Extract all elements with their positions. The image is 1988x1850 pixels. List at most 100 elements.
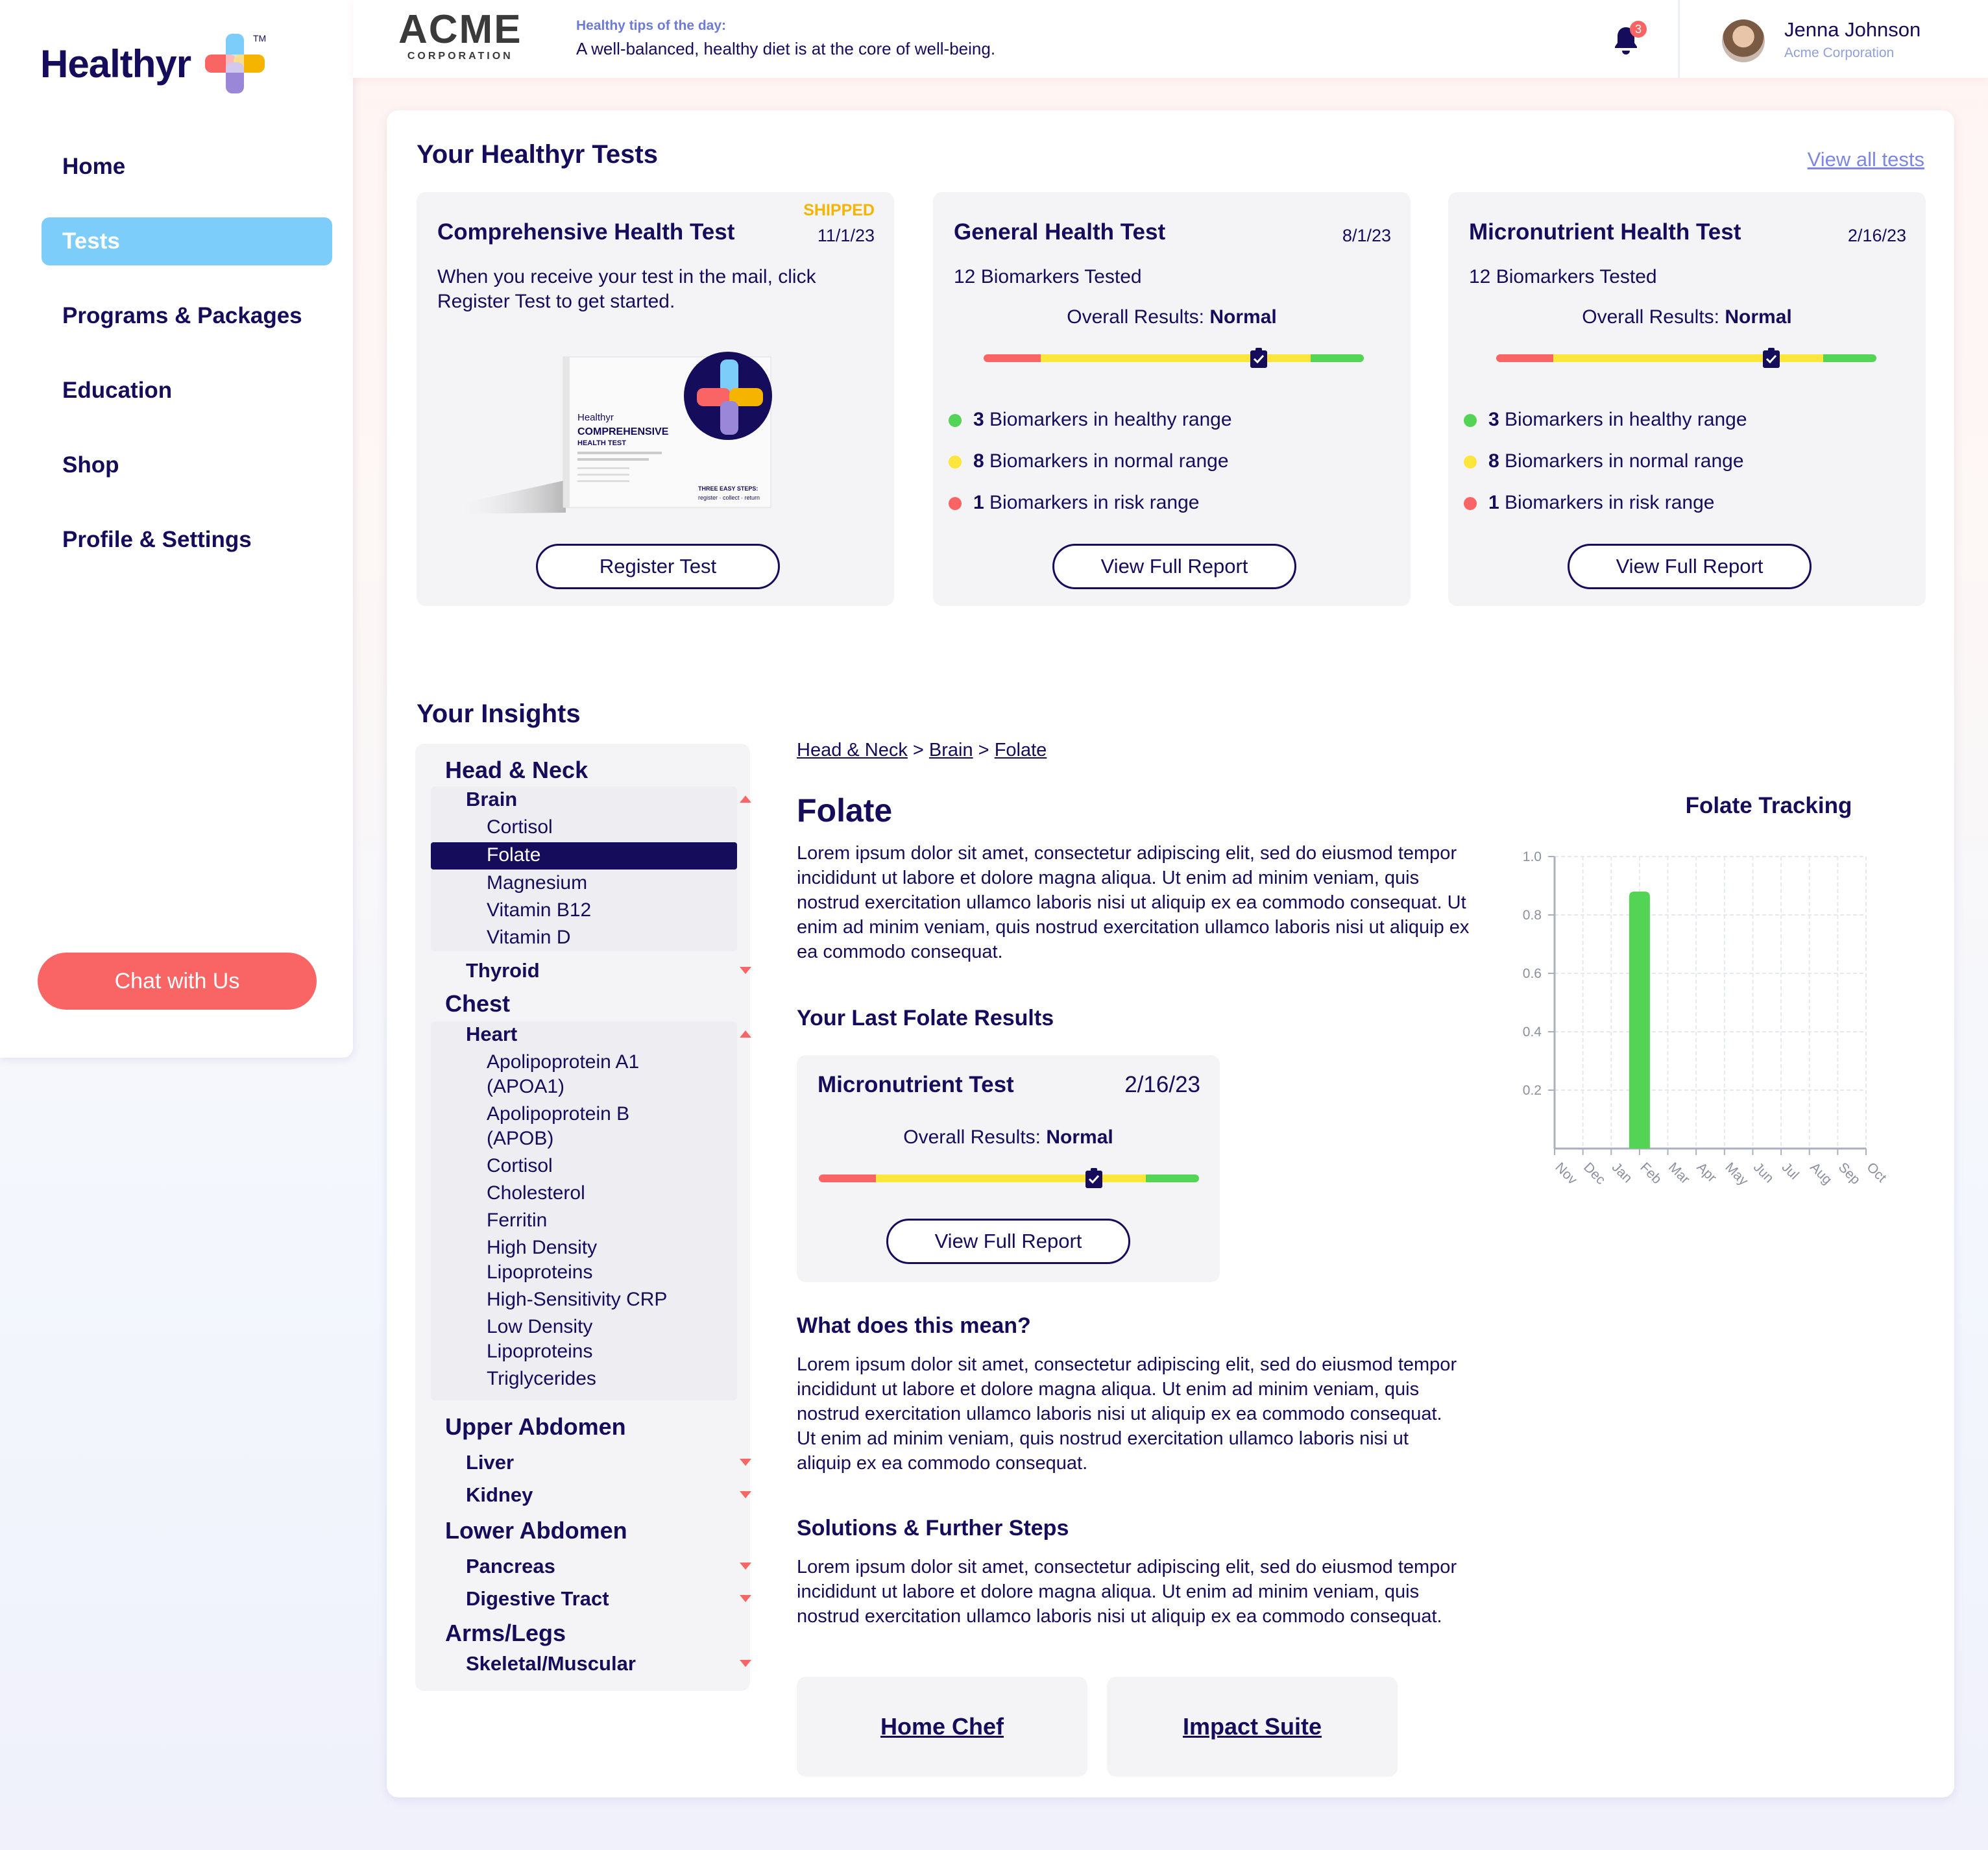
tree-item-cholesterol[interactable]: Cholesterol [487,1181,585,1206]
tree-item-ferritin[interactable]: Ferritin [487,1208,547,1233]
tree-item-magnesium[interactable]: Magnesium [487,871,587,895]
kit-step-words: register · collect · return [698,494,760,501]
test-card-date: 11/1/23 [817,226,875,245]
test-card-instructions: When you receive your test in the mail, … [437,266,816,312]
brand-logo[interactable]: Healthyr TM [40,31,274,96]
tree-item-hdl-line2[interactable]: Lipoproteins [487,1260,592,1285]
tree-sub-skeletal-muscular[interactable]: Skeletal/Muscular [466,1652,636,1675]
company-name: ACME [398,7,522,52]
nav-tests[interactable]: Tests [42,217,332,265]
health-tip: Healthy tips of the day: A well-balanced… [576,18,995,59]
tree-item-ldl[interactable]: Low Density [487,1315,592,1339]
overall-value: Normal [1725,306,1792,328]
tree-item-vitamin-b12[interactable]: Vitamin B12 [487,898,591,923]
breadcrumb-brain[interactable]: Brain [929,740,973,761]
tree-item-apoa1-abbr[interactable]: (APOA1) [487,1075,564,1099]
range-bar [984,354,1364,362]
tree-sub-liver[interactable]: Liver [466,1451,514,1474]
x-tick-label: May [1722,1160,1751,1189]
view-full-report-button[interactable]: View Full Report [1568,544,1812,589]
tree-sub-heart[interactable]: Heart [466,1023,517,1046]
tree-category-arms-legs[interactable]: Arms/Legs [445,1620,566,1647]
y-tick-label: 0.4 [1523,1025,1542,1040]
register-test-button[interactable]: Register Test [536,544,780,589]
tree-item-folate-selected[interactable]: Folate [431,842,737,870]
risk-range-item: 1 Biomarkers in risk range [1464,492,1714,514]
solutions-text: Lorem ipsum dolor sit amet, consectetur … [797,1557,1457,1627]
collapse-heart-icon[interactable] [740,1030,751,1038]
x-tick-label: Dec [1581,1160,1608,1187]
expand-digestive-icon[interactable] [740,1595,751,1602]
chart-title: Folate Tracking [1685,793,1852,818]
y-tick-label: 0.2 [1523,1083,1542,1098]
brand-name: Healthyr [40,42,191,86]
tree-category-upper-abdomen[interactable]: Upper Abdomen [445,1413,626,1441]
range-bar [819,1175,1199,1182]
user-avatar[interactable] [1722,19,1765,62]
kit-line2: HEALTH TEST [577,439,626,447]
tree-item-apoa1[interactable]: Apolipoprotein A1 [487,1050,639,1075]
x-tick-label: Oct [1863,1160,1889,1185]
tree-item-cortisol[interactable]: Cortisol [487,815,553,840]
breadcrumb-folate[interactable]: Folate [995,740,1047,761]
tree-category-lower-abdomen[interactable]: Lower Abdomen [445,1517,627,1544]
tree-sub-pancreas[interactable]: Pancreas [466,1555,555,1578]
tree-sub-kidney[interactable]: Kidney [466,1483,533,1507]
tree-category-chest[interactable]: Chest [445,990,510,1017]
collapse-brain-icon[interactable] [740,796,751,803]
normal-range-item: 8 Biomarkers in normal range [1464,450,1744,472]
x-tick-label: Apr [1694,1160,1719,1185]
user-name[interactable]: Jenna Johnson [1784,18,1921,42]
nav-shop[interactable]: Shop [42,441,332,489]
tree-sub-digestive-tract[interactable]: Digestive Tract [466,1587,609,1611]
healthyr-cross-icon: TM [205,33,266,93]
status-badge: SHIPPED [803,201,875,219]
test-card-title: Micronutrient Health Test [1469,219,1741,245]
expand-liver-icon[interactable] [740,1459,751,1466]
nav-profile-settings[interactable]: Profile & Settings [42,516,332,564]
meaning-text: Lorem ipsum dolor sit amet, consectetur … [797,1354,1457,1474]
tree-item-hdl[interactable]: High Density [487,1235,597,1260]
notification-badge: 3 [1630,21,1647,38]
body-area-tree: Head & Neck Brain Cortisol Folate Magnes… [415,744,751,1691]
tree-category-head-neck[interactable]: Head & Neck [445,757,588,784]
nav-home[interactable]: Home [42,143,332,191]
tree-item-hs-crp[interactable]: High-Sensitivity CRP [487,1287,667,1312]
tree-item-triglycerides[interactable]: Triglycerides [487,1367,596,1391]
tree-item-apob-abbr[interactable]: (APOB) [487,1126,553,1151]
chat-with-us-button[interactable]: Chat with Us [38,953,317,1010]
tree-item-vitamin-d[interactable]: Vitamin D [487,925,571,950]
home-chef-link[interactable]: Home Chef [880,1713,1004,1740]
result-marker-icon [1763,348,1780,368]
view-full-report-button[interactable]: View Full Report [1052,544,1296,589]
folate-tracking-chart: 0.2 0.4 0.6 0.8 1.0 Nov Dec Jan Feb Mar Apr May Jun J… [1523,849,1889,1189]
biomarker-count: 12 Biomarkers Tested [1469,266,1657,287]
view-full-report-button[interactable]: View Full Report [886,1219,1130,1264]
kit-brand: Healthyr [577,412,614,423]
range-bar [1496,354,1876,362]
x-tick-label: Nov [1552,1160,1580,1187]
x-tick-label: Sep [1836,1160,1863,1187]
last-results-title: Your Last Folate Results [797,1006,1054,1030]
breadcrumb-head-neck[interactable]: Head & Neck [797,740,908,761]
expand-kidney-icon[interactable] [740,1491,751,1498]
tree-item-apob[interactable]: Apolipoprotein B [487,1102,629,1126]
kit-steps: THREE EASY STEPS: [698,485,758,492]
kit-line1: COMPREHENSIVE [577,426,669,437]
company-sub: CORPORATION [407,51,513,62]
nav-education[interactable]: Education [42,367,332,415]
nav-programs-packages[interactable]: Programs & Packages [42,292,332,340]
tree-item-cortisol-heart[interactable]: Cortisol [487,1154,553,1178]
main-panel: Your Healthyr Tests View all tests SHIPP… [387,110,1954,1797]
view-all-tests-link[interactable]: View all tests [1808,148,1924,171]
tree-sub-brain[interactable]: Brain [466,788,517,811]
test-kit-image: Healthyr COMPREHENSIVE HEALTH TEST THREE… [449,352,772,514]
expand-thyroid-icon[interactable] [740,967,751,974]
expand-pancreas-icon[interactable] [740,1563,751,1570]
tree-item-ldl-line2[interactable]: Lipoproteins [487,1339,592,1364]
meaning-title: What does this mean? [797,1313,1031,1338]
tree-sub-thyroid[interactable]: Thyroid [466,959,540,982]
expand-skeletal-icon[interactable] [740,1660,751,1667]
impact-suite-link[interactable]: Impact Suite [1183,1713,1322,1740]
result-marker-icon [1085,1168,1102,1188]
